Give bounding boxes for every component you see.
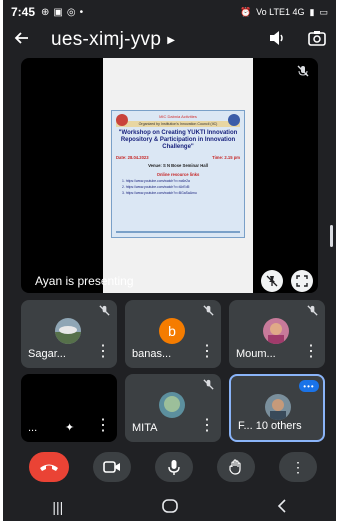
poster-link: 1. https://www.youtube.com/watch?v=nc6e2… — [122, 178, 190, 183]
more-vert-icon[interactable]: ⋮ — [95, 341, 111, 361]
phone-screen: 7:45 ⊕ ▣ ◎ • ⏰ Vo LTE1 4G ▮ ▭ ues-ximj-y… — [3, 0, 336, 521]
workshop-poster: MIC Dabnia Activities Organized by Insti… — [111, 110, 245, 238]
more-vert-icon[interactable]: ⋮ — [199, 341, 215, 361]
notification-icons: ⊕ ▣ ◎ • — [41, 7, 83, 18]
image-icon: ▣ — [53, 6, 63, 18]
others-tile[interactable]: ••• F... 10 others — [229, 374, 325, 442]
presentation-view[interactable]: MIC Dabnia Activities Organized by Insti… — [21, 58, 318, 293]
more-vert-icon[interactable]: ⋮ — [199, 415, 215, 435]
poster-band: Organized by Institution's Innovation Co… — [116, 121, 240, 127]
poster-time: Time: 2.15 pm — [212, 154, 240, 160]
notification-icon: ⊕ — [41, 6, 50, 18]
signal-icon: ▮ — [309, 6, 315, 17]
back-icon[interactable] — [277, 498, 287, 516]
participant-name: MITA — [132, 422, 158, 434]
back-arrow-icon[interactable] — [13, 29, 41, 52]
end-call-button[interactable] — [29, 452, 69, 482]
home-icon[interactable] — [162, 498, 178, 516]
logo-left — [116, 114, 128, 126]
avatar — [263, 318, 289, 344]
participant-name: ... — [28, 422, 38, 434]
mic-off-icon — [98, 304, 111, 322]
avatar — [159, 392, 185, 418]
microphone-button[interactable] — [155, 452, 193, 482]
avatar — [265, 394, 291, 420]
scrollbar[interactable] — [330, 225, 333, 247]
participant-name: banas... — [132, 348, 172, 360]
presenter-label: Ayan is presenting — [35, 274, 134, 288]
logo-right — [228, 114, 240, 126]
network-label: Vo LTE1 4G — [256, 7, 305, 17]
participant-name: Sagar... — [28, 348, 66, 360]
poster-venue: Venue: S N Bose Seminar Hall — [148, 162, 208, 168]
battery-icon: ▭ — [319, 6, 328, 17]
poster-date: Date: 28.04.2023 — [116, 154, 149, 160]
speaker-icon[interactable] — [268, 30, 286, 51]
mic-off-icon — [202, 378, 215, 396]
poster-heading: "Workshop on Creating YUKTI Innovation R… — [118, 130, 238, 150]
poster-org: MIC Dabnia Activities — [159, 114, 197, 119]
status-bar: 7:45 ⊕ ▣ ◎ • ⏰ Vo LTE1 4G ▮ ▭ — [3, 0, 336, 24]
call-controls: ⋮ — [3, 452, 336, 486]
fullscreen-icon[interactable] — [291, 270, 313, 292]
avatar-letter: b — [159, 318, 185, 344]
caret-right-icon[interactable]: ▶ — [167, 35, 175, 46]
alarm-icon: ⏰ — [239, 6, 252, 17]
more-horiz-icon[interactable]: ••• — [299, 380, 319, 392]
unpin-icon[interactable] — [261, 270, 283, 292]
avatar — [55, 318, 81, 344]
participant-name: Moum... — [236, 348, 276, 360]
participant-tile[interactable]: Moum... ⋮ — [229, 300, 325, 368]
participant-tile[interactable]: MITA ⋮ — [125, 374, 221, 442]
shared-slide: MIC Dabnia Activities Organized by Insti… — [103, 58, 253, 293]
raise-hand-button[interactable] — [217, 452, 255, 482]
more-vert-icon[interactable]: ⋮ — [95, 415, 111, 435]
poster-links-title: Online resource links — [156, 171, 200, 177]
participant-tile[interactable]: Sagar... ⋮ — [21, 300, 117, 368]
system-icons: ⏰ Vo LTE1 4G ▮ ▭ — [240, 7, 328, 18]
whatsapp-icon: ◎ — [66, 6, 76, 18]
mic-off-icon — [202, 304, 215, 322]
participant-tile[interactable]: b banas... ⋮ — [125, 300, 221, 368]
meeting-header: ues-ximj-yvp ▶ — [3, 26, 336, 54]
poster-link: 3. https://www.youtube.com/watch?v=BGaSa… — [122, 190, 197, 195]
poster-divider — [116, 231, 240, 233]
status-time: 7:45 — [11, 5, 36, 19]
camera-button[interactable] — [93, 452, 131, 482]
dot-icon: • — [79, 6, 84, 18]
meeting-code[interactable]: ues-ximj-yvp — [51, 29, 161, 51]
effects-icon[interactable]: ✦ — [65, 421, 74, 434]
android-nav-bar: ||| — [3, 493, 336, 521]
mic-off-icon — [296, 64, 310, 83]
participant-tile[interactable]: ... ✦ ⋮ — [21, 374, 117, 442]
poster-link: 2. https://www.youtube.com/watch?v=tUrEd… — [122, 184, 190, 189]
switch-camera-icon[interactable] — [308, 30, 326, 51]
recent-apps-icon[interactable]: ||| — [52, 499, 63, 515]
mic-off-icon — [306, 304, 319, 322]
more-vert-icon[interactable]: ⋮ — [303, 341, 319, 361]
more-options-button[interactable]: ⋮ — [279, 452, 317, 482]
participant-name: F... 10 others — [238, 420, 302, 432]
